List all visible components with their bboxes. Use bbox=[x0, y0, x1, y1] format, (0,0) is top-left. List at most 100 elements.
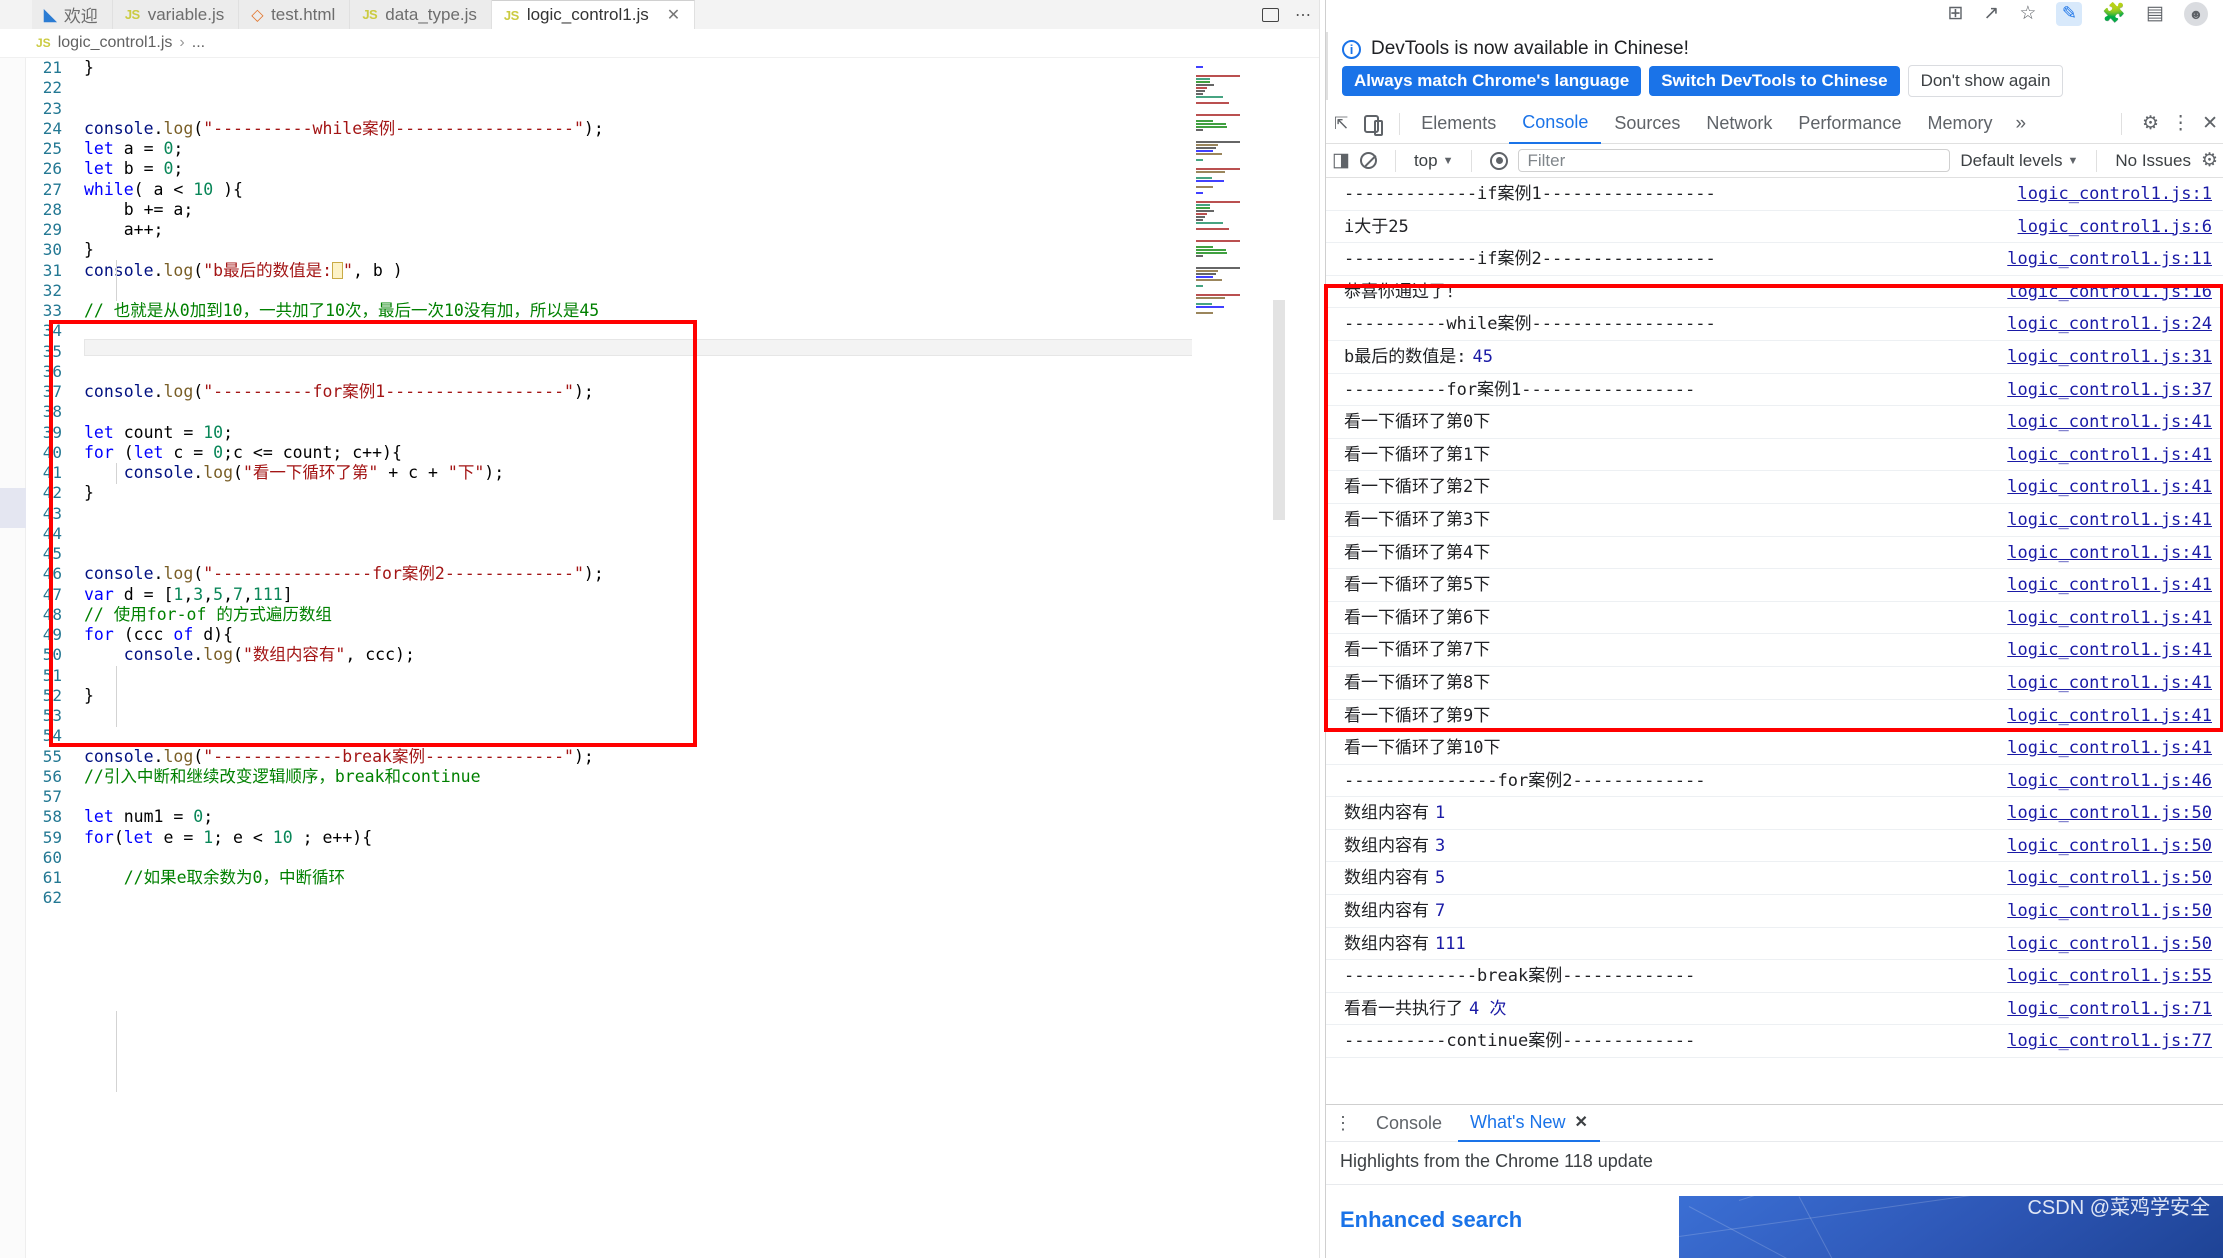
code-line[interactable]: 60 bbox=[0, 848, 1180, 868]
console-source-link[interactable]: logic_control1.js:41 bbox=[2007, 406, 2212, 438]
console-message-list[interactable]: -------------if案例1----------------- logic… bbox=[1326, 178, 2223, 1103]
editor-tab-variable-js[interactable]: JS variable.js bbox=[112, 0, 240, 29]
console-message-row[interactable]: 数组内容有 3 logic_control1.js:50 bbox=[1326, 830, 2223, 863]
code-line[interactable]: 30} bbox=[0, 240, 1180, 260]
puzzle-extension-icon[interactable]: 🧩 bbox=[2102, 4, 2126, 23]
console-source-link[interactable]: logic_control1.js:50 bbox=[2007, 928, 2212, 960]
console-message-row[interactable]: 数组内容有 5 logic_control1.js:50 bbox=[1326, 862, 2223, 896]
console-message-row[interactable]: ---------------for案例2------------- logic_… bbox=[1326, 765, 2223, 798]
console-message-row[interactable]: 看一下循环了第10下 logic_control1.js:41 bbox=[1326, 732, 2223, 765]
split-editor-icon[interactable] bbox=[1262, 7, 1279, 22]
code-line[interactable]: 22 bbox=[0, 78, 1180, 98]
close-icon[interactable]: ✕ bbox=[2202, 114, 2218, 133]
editor-scrollbar-thumb[interactable] bbox=[1273, 300, 1285, 520]
code-line[interactable]: 26 let b = 0; bbox=[0, 159, 1180, 179]
console-message-row[interactable]: ----------continue案例------------- logic_c… bbox=[1326, 1025, 2223, 1059]
console-source-link[interactable]: logic_control1.js:11 bbox=[2007, 243, 2212, 275]
code-line[interactable]: 53 bbox=[0, 706, 1180, 726]
console-source-link[interactable]: logic_control1.js:71 bbox=[2007, 993, 2212, 1025]
always-match-language-button[interactable]: Always match Chrome's language bbox=[1342, 66, 1642, 96]
console-source-link[interactable]: logic_control1.js:41 bbox=[2007, 634, 2212, 666]
console-sidebar-icon[interactable]: ◨ bbox=[1332, 151, 1350, 170]
console-message-row[interactable]: -------------if案例2----------------- logic… bbox=[1326, 243, 2223, 276]
console-message-row[interactable]: 看一下循环了第0下 logic_control1.js:41 bbox=[1326, 406, 2223, 439]
console-source-link[interactable]: logic_control1.js:1 bbox=[2018, 178, 2212, 210]
extension-highlight-icon[interactable]: ✎ bbox=[2056, 1, 2083, 26]
live-expression-icon[interactable] bbox=[1490, 151, 1509, 170]
code-line[interactable]: 21} bbox=[0, 58, 1180, 78]
console-source-link[interactable]: logic_control1.js:41 bbox=[2007, 667, 2212, 699]
drawer-tab-console[interactable]: Console bbox=[1364, 1105, 1454, 1142]
console-source-link[interactable]: logic_control1.js:50 bbox=[2007, 895, 2212, 927]
console-source-link[interactable]: logic_control1.js:41 bbox=[2007, 569, 2212, 601]
more-vertical-icon[interactable]: ⋮ bbox=[1334, 1113, 1360, 1134]
code-line[interactable]: 23 bbox=[0, 99, 1180, 119]
console-filter-input[interactable]: Filter bbox=[1518, 149, 1951, 172]
code-line[interactable]: 58 let num1 = 0; bbox=[0, 807, 1180, 827]
console-source-link[interactable]: logic_control1.js:55 bbox=[2007, 960, 2212, 992]
code-line[interactable]: 25 let a = 0; bbox=[0, 139, 1180, 159]
execution-context-select[interactable]: top ▼ bbox=[1414, 151, 1454, 171]
code-line[interactable]: 39 let count = 10; bbox=[0, 423, 1180, 443]
console-message-row[interactable]: 看一下循环了第9下 logic_control1.js:41 bbox=[1326, 700, 2223, 733]
code-line[interactable]: 45 bbox=[0, 544, 1180, 564]
more-tabs-icon[interactable]: » bbox=[2005, 113, 2036, 135]
log-levels-select[interactable]: Default levels ▼ bbox=[1960, 151, 2078, 171]
profile-avatar-icon[interactable]: ☻ bbox=[2184, 1, 2208, 26]
tab-elements[interactable]: Elements bbox=[1408, 104, 1509, 144]
code-line[interactable]: 28 b += a; bbox=[0, 200, 1180, 220]
console-message-row[interactable]: 看一下循环了第7下 logic_control1.js:41 bbox=[1326, 634, 2223, 667]
share-icon[interactable]: ↗ bbox=[1983, 4, 1999, 23]
console-message-row[interactable]: 看一下循环了第5下 logic_control1.js:41 bbox=[1326, 569, 2223, 602]
tab-performance[interactable]: Performance bbox=[1785, 104, 1914, 144]
console-source-link[interactable]: logic_control1.js:24 bbox=[2007, 308, 2212, 340]
tab-console[interactable]: Console bbox=[1509, 104, 1602, 144]
more-vertical-icon[interactable]: ⋮ bbox=[2171, 114, 2190, 133]
gear-icon[interactable]: ⚙ bbox=[2142, 114, 2159, 133]
code-line[interactable]: 29 a++; bbox=[0, 220, 1180, 240]
bookmark-star-icon[interactable]: ☆ bbox=[2019, 4, 2036, 23]
console-message-row[interactable]: 看一下循环了第3下 logic_control1.js:41 bbox=[1326, 504, 2223, 537]
device-toolbar-icon[interactable] bbox=[1364, 114, 1384, 136]
more-actions-icon[interactable]: ⋯ bbox=[1295, 5, 1311, 25]
breadcrumb-file[interactable]: logic_control1.js bbox=[58, 34, 173, 52]
code-line[interactable]: 49 for (ccc of d){ bbox=[0, 625, 1180, 645]
breadcrumb-rest[interactable]: ... bbox=[192, 34, 205, 52]
console-source-link[interactable]: logic_control1.js:41 bbox=[2007, 439, 2212, 471]
drawer-tab-whats-new[interactable]: What's New ✕ bbox=[1458, 1105, 1600, 1142]
console-source-link[interactable]: logic_control1.js:41 bbox=[2007, 602, 2212, 634]
console-message-row[interactable]: i大于25 logic_control1.js:6 bbox=[1326, 211, 2223, 244]
code-line[interactable]: 50 console.log("数组内容有", ccc); bbox=[0, 645, 1180, 665]
console-message-row[interactable]: 看一下循环了第2下 logic_control1.js:41 bbox=[1326, 471, 2223, 504]
code-line[interactable]: 55 console.log("-------------break案例-----… bbox=[0, 747, 1180, 767]
code-line[interactable]: 54 bbox=[0, 726, 1180, 746]
code-line[interactable]: 47 var d = [1,3,5,7,111] bbox=[0, 585, 1180, 605]
editor-tab-logic-control1-js[interactable]: JS logic_control1.js ✕ bbox=[491, 0, 696, 29]
code-line[interactable]: 61 //如果e取余数为0，中断循环 bbox=[0, 868, 1180, 888]
editor-minimap[interactable] bbox=[1192, 58, 1270, 918]
code-editor[interactable]: 21} 22 23 24 console.log("----------while案例-… bbox=[0, 58, 1325, 1258]
code-line[interactable]: 51 bbox=[0, 666, 1180, 686]
code-line[interactable]: 57 bbox=[0, 787, 1180, 807]
console-message-row[interactable]: ----------while案例------------------ logic… bbox=[1326, 308, 2223, 341]
editor-tab-data-type-js[interactable]: JS data_type.js bbox=[350, 0, 492, 29]
code-line[interactable]: 24 console.log("----------while案例--------… bbox=[0, 119, 1180, 139]
console-message-row[interactable]: 恭喜你通过了！ logic_control1.js:16 bbox=[1326, 276, 2223, 309]
code-line[interactable]: 44 bbox=[0, 524, 1180, 544]
code-line[interactable]: 38 bbox=[0, 402, 1180, 422]
clear-console-icon[interactable] bbox=[1359, 152, 1377, 169]
console-message-row[interactable]: 看一下循环了第8下 logic_control1.js:41 bbox=[1326, 667, 2223, 700]
console-message-row[interactable]: 看一下循环了第6下 logic_control1.js:41 bbox=[1326, 602, 2223, 635]
inspect-element-icon[interactable]: ⇱ bbox=[1334, 114, 1348, 134]
console-message-row[interactable]: 看看一共执行了 4 次 logic_control1.js:71 bbox=[1326, 993, 2223, 1026]
translate-icon[interactable]: ⊞ bbox=[1947, 4, 1963, 23]
code-line[interactable]: 40 for (let c = 0;c <= count; c++){ bbox=[0, 443, 1180, 463]
code-line[interactable]: 27 while( a < 10 ){ bbox=[0, 180, 1180, 200]
console-message-row[interactable]: 数组内容有 111 logic_control1.js:50 bbox=[1326, 928, 2223, 961]
console-source-link[interactable]: logic_control1.js:41 bbox=[2007, 471, 2212, 503]
console-source-link[interactable]: logic_control1.js:50 bbox=[2007, 797, 2212, 829]
console-source-link[interactable]: logic_control1.js:41 bbox=[2007, 700, 2212, 732]
editor-tab-test-html[interactable]: ◇ test.html bbox=[239, 0, 351, 29]
tab-network[interactable]: Network bbox=[1693, 104, 1785, 144]
console-message-row[interactable]: 看一下循环了第1下 logic_control1.js:41 bbox=[1326, 439, 2223, 472]
